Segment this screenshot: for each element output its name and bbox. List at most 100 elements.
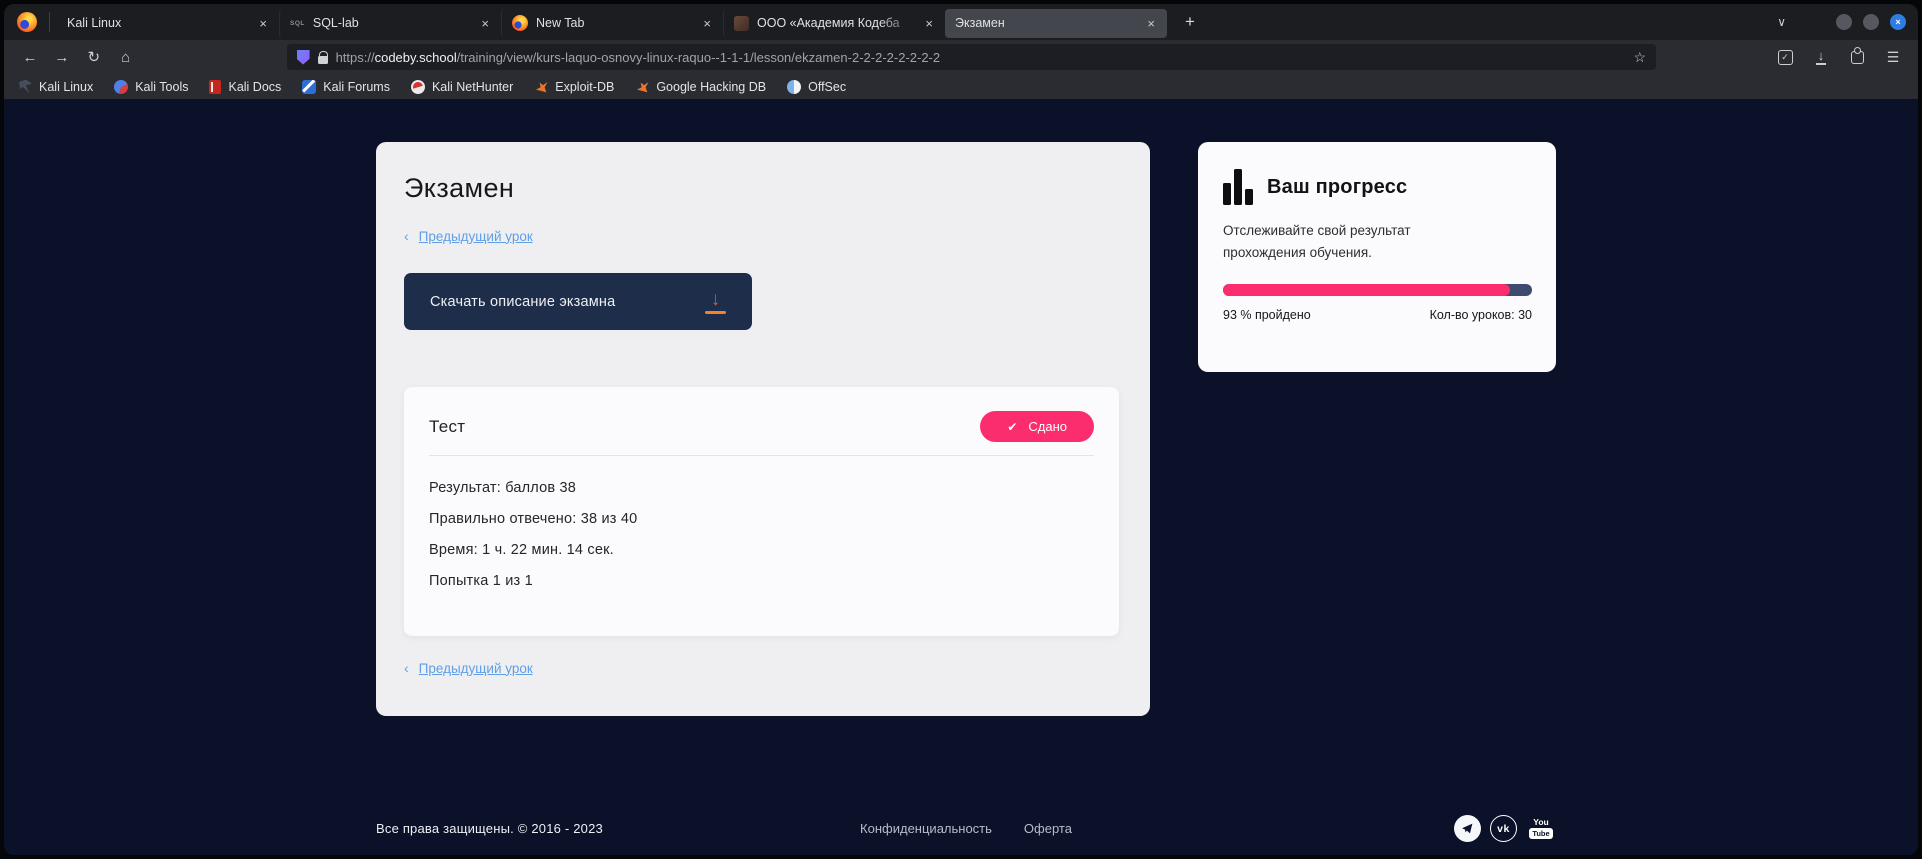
progress-title: Ваш прогресс — [1267, 176, 1407, 199]
google-hacking-db-bird-icon — [635, 80, 649, 94]
bookmark-google-hacking-db[interactable]: Google Hacking DB — [635, 80, 766, 94]
previous-lesson-link-bottom[interactable]: ‹ Предыдущий урок — [404, 659, 1120, 677]
tab-close-icon[interactable]: × — [701, 16, 713, 31]
kali-dragon-icon — [19, 80, 32, 94]
tab-ekzamen-active[interactable]: Экзамен × — [945, 9, 1167, 38]
result-score: Результат: баллов 38 — [429, 479, 1094, 498]
tab-title: Kali Linux — [67, 16, 249, 30]
test-title: Тест — [429, 417, 465, 437]
minimize-button[interactable] — [1836, 14, 1852, 30]
progress-description: Отслеживайте свой результат прохождения … — [1223, 220, 1463, 264]
kali-nethunter-icon — [411, 80, 425, 94]
url-path: /training/view/kurs-laquo-osnovy-linux-r… — [457, 50, 940, 65]
bookmark-kali-tools[interactable]: Kali Tools — [114, 80, 188, 94]
home-icon[interactable]: ⌂ — [112, 44, 140, 70]
tab-new-tab[interactable]: New Tab × — [501, 9, 723, 38]
progress-card: Ваш прогресс Отслеживайте свой результат… — [1198, 142, 1556, 372]
toolbar-right-icons: ✓ ↓ ☰ — [1772, 44, 1906, 70]
test-header: Тест ✔ Сдано — [429, 411, 1094, 442]
forward-icon[interactable]: → — [48, 44, 76, 70]
tab-academy-codeby[interactable]: ООО «Академия Кодеба × — [723, 9, 945, 38]
tab-close-icon[interactable]: × — [257, 16, 269, 31]
back-icon[interactable]: ← — [16, 44, 44, 70]
new-tab-button[interactable]: + — [1179, 12, 1201, 32]
tab-separator — [49, 12, 50, 32]
offer-link[interactable]: Оферта — [1024, 821, 1072, 836]
firefox-view-button[interactable] — [12, 7, 42, 37]
close-window-button[interactable]: × — [1890, 14, 1906, 30]
chevron-left-icon: ‹ — [404, 228, 409, 244]
progress-bar-track — [1223, 284, 1532, 296]
download-exam-description-button[interactable]: Скачать описание экзамна ↓ — [404, 273, 752, 330]
previous-lesson-link-top[interactable]: ‹ Предыдущий урок — [404, 227, 1120, 245]
bookmark-star-icon[interactable]: ☆ — [1633, 49, 1646, 66]
progress-header: Ваш прогресс — [1223, 169, 1532, 205]
bookmark-kali-nethunter[interactable]: Kali NetHunter — [411, 80, 513, 94]
url-host: codeby.school — [375, 50, 457, 65]
tab-title: New Tab — [536, 16, 693, 30]
lock-icon[interactable] — [318, 56, 328, 64]
tab-close-icon[interactable]: × — [479, 16, 491, 31]
bookmark-kali-forums[interactable]: Kali Forums — [302, 80, 390, 94]
chevron-left-icon: ‹ — [404, 660, 409, 676]
check-icon: ✔ — [1007, 420, 1017, 434]
youtube-icon[interactable]: You Tube — [1526, 815, 1556, 842]
social-icons: vk You Tube — [1454, 815, 1556, 842]
page-title: Экзамен — [404, 172, 1120, 204]
sql-favicon-icon: SQL — [290, 20, 305, 27]
navigation-bar: ← → ↻ ⌂ https://codeby.school/training/v… — [4, 40, 1918, 74]
url-text[interactable]: https://codeby.school/training/view/kurs… — [336, 50, 941, 65]
bookmark-kali-docs[interactable]: Kali Docs — [209, 80, 281, 94]
kali-tools-icon — [114, 80, 128, 94]
exploit-db-bird-icon — [534, 80, 548, 94]
footer-links: Конфиденциальность Оферта — [860, 821, 1072, 836]
window-controls: × — [1836, 14, 1906, 30]
downloads-icon[interactable]: ↓ — [1808, 44, 1834, 70]
kali-docs-icon — [209, 80, 221, 94]
tab-kali-linux[interactable]: Kali Linux × — [57, 9, 279, 38]
page-content: Экзамен ‹ Предыдущий урок Скачать описан… — [4, 99, 1918, 855]
tab-bar: Kali Linux × SQL SQL-lab × New Tab × ООО… — [4, 4, 1918, 40]
bar-chart-icon — [1223, 169, 1253, 205]
privacy-link[interactable]: Конфиденциальность — [860, 821, 992, 836]
progress-fill — [1223, 284, 1510, 296]
maximize-button[interactable] — [1863, 14, 1879, 30]
vk-icon[interactable]: vk — [1490, 815, 1517, 842]
content-row: Экзамен ‹ Предыдущий урок Скачать описан… — [4, 99, 1918, 716]
tracking-protection-shield-icon[interactable] — [297, 50, 310, 65]
bookmark-exploit-db[interactable]: Exploit-DB — [534, 80, 614, 94]
tab-title: ООО «Академия Кодеба — [757, 16, 915, 30]
passed-status-badge[interactable]: ✔ Сдано — [980, 411, 1094, 442]
lessons-count-label: Кол-во уроков: 30 — [1430, 308, 1532, 322]
shield-check-icon[interactable]: ✓ — [1772, 44, 1798, 70]
telegram-icon[interactable] — [1454, 815, 1481, 842]
url-bar[interactable]: https://codeby.school/training/view/kurs… — [287, 44, 1656, 70]
result-attempt: Попытка 1 из 1 — [429, 572, 1094, 591]
copyright-text: Все права защищены. © 2016 - 2023 — [376, 821, 603, 836]
progress-stats: 93 % пройдено Кол-во уроков: 30 — [1223, 308, 1532, 322]
bookmark-offsec[interactable]: OffSec — [787, 80, 846, 94]
download-arrow-icon: ↓ — [705, 290, 726, 314]
browser-window: Kali Linux × SQL SQL-lab × New Tab × ООО… — [4, 4, 1918, 855]
site-favicon-icon — [734, 16, 749, 31]
list-all-tabs-icon[interactable]: ∨ — [1777, 15, 1786, 29]
extensions-icon[interactable] — [1844, 44, 1870, 70]
screen: Kali Linux × SQL SQL-lab × New Tab × ООО… — [0, 0, 1922, 859]
menu-icon[interactable]: ☰ — [1880, 44, 1906, 70]
bookmark-kali-linux[interactable]: Kali Linux — [19, 80, 93, 94]
tab-title: Экзамен — [955, 16, 1137, 30]
tab-close-icon[interactable]: × — [1145, 16, 1157, 31]
tab-close-icon[interactable]: × — [923, 16, 935, 31]
reload-icon[interactable]: ↻ — [80, 44, 108, 70]
progress-percent-label: 93 % пройдено — [1223, 308, 1311, 322]
result-correct: Правильно отвечено: 38 из 40 — [429, 510, 1094, 529]
tab-title: SQL-lab — [313, 16, 472, 30]
firefox-favicon-icon — [512, 15, 528, 31]
result-time: Время: 1 ч. 22 мин. 14 сек. — [429, 541, 1094, 560]
test-result-lines: Результат: баллов 38 Правильно отвечено:… — [429, 479, 1094, 591]
bookmarks-bar: Kali Linux Kali Tools Kali Docs Kali For… — [4, 74, 1918, 99]
tab-sql-lab[interactable]: SQL SQL-lab × — [279, 9, 501, 38]
exam-card: Экзамен ‹ Предыдущий урок Скачать описан… — [376, 142, 1150, 716]
kali-forums-icon — [302, 80, 316, 94]
offsec-icon — [787, 80, 801, 94]
